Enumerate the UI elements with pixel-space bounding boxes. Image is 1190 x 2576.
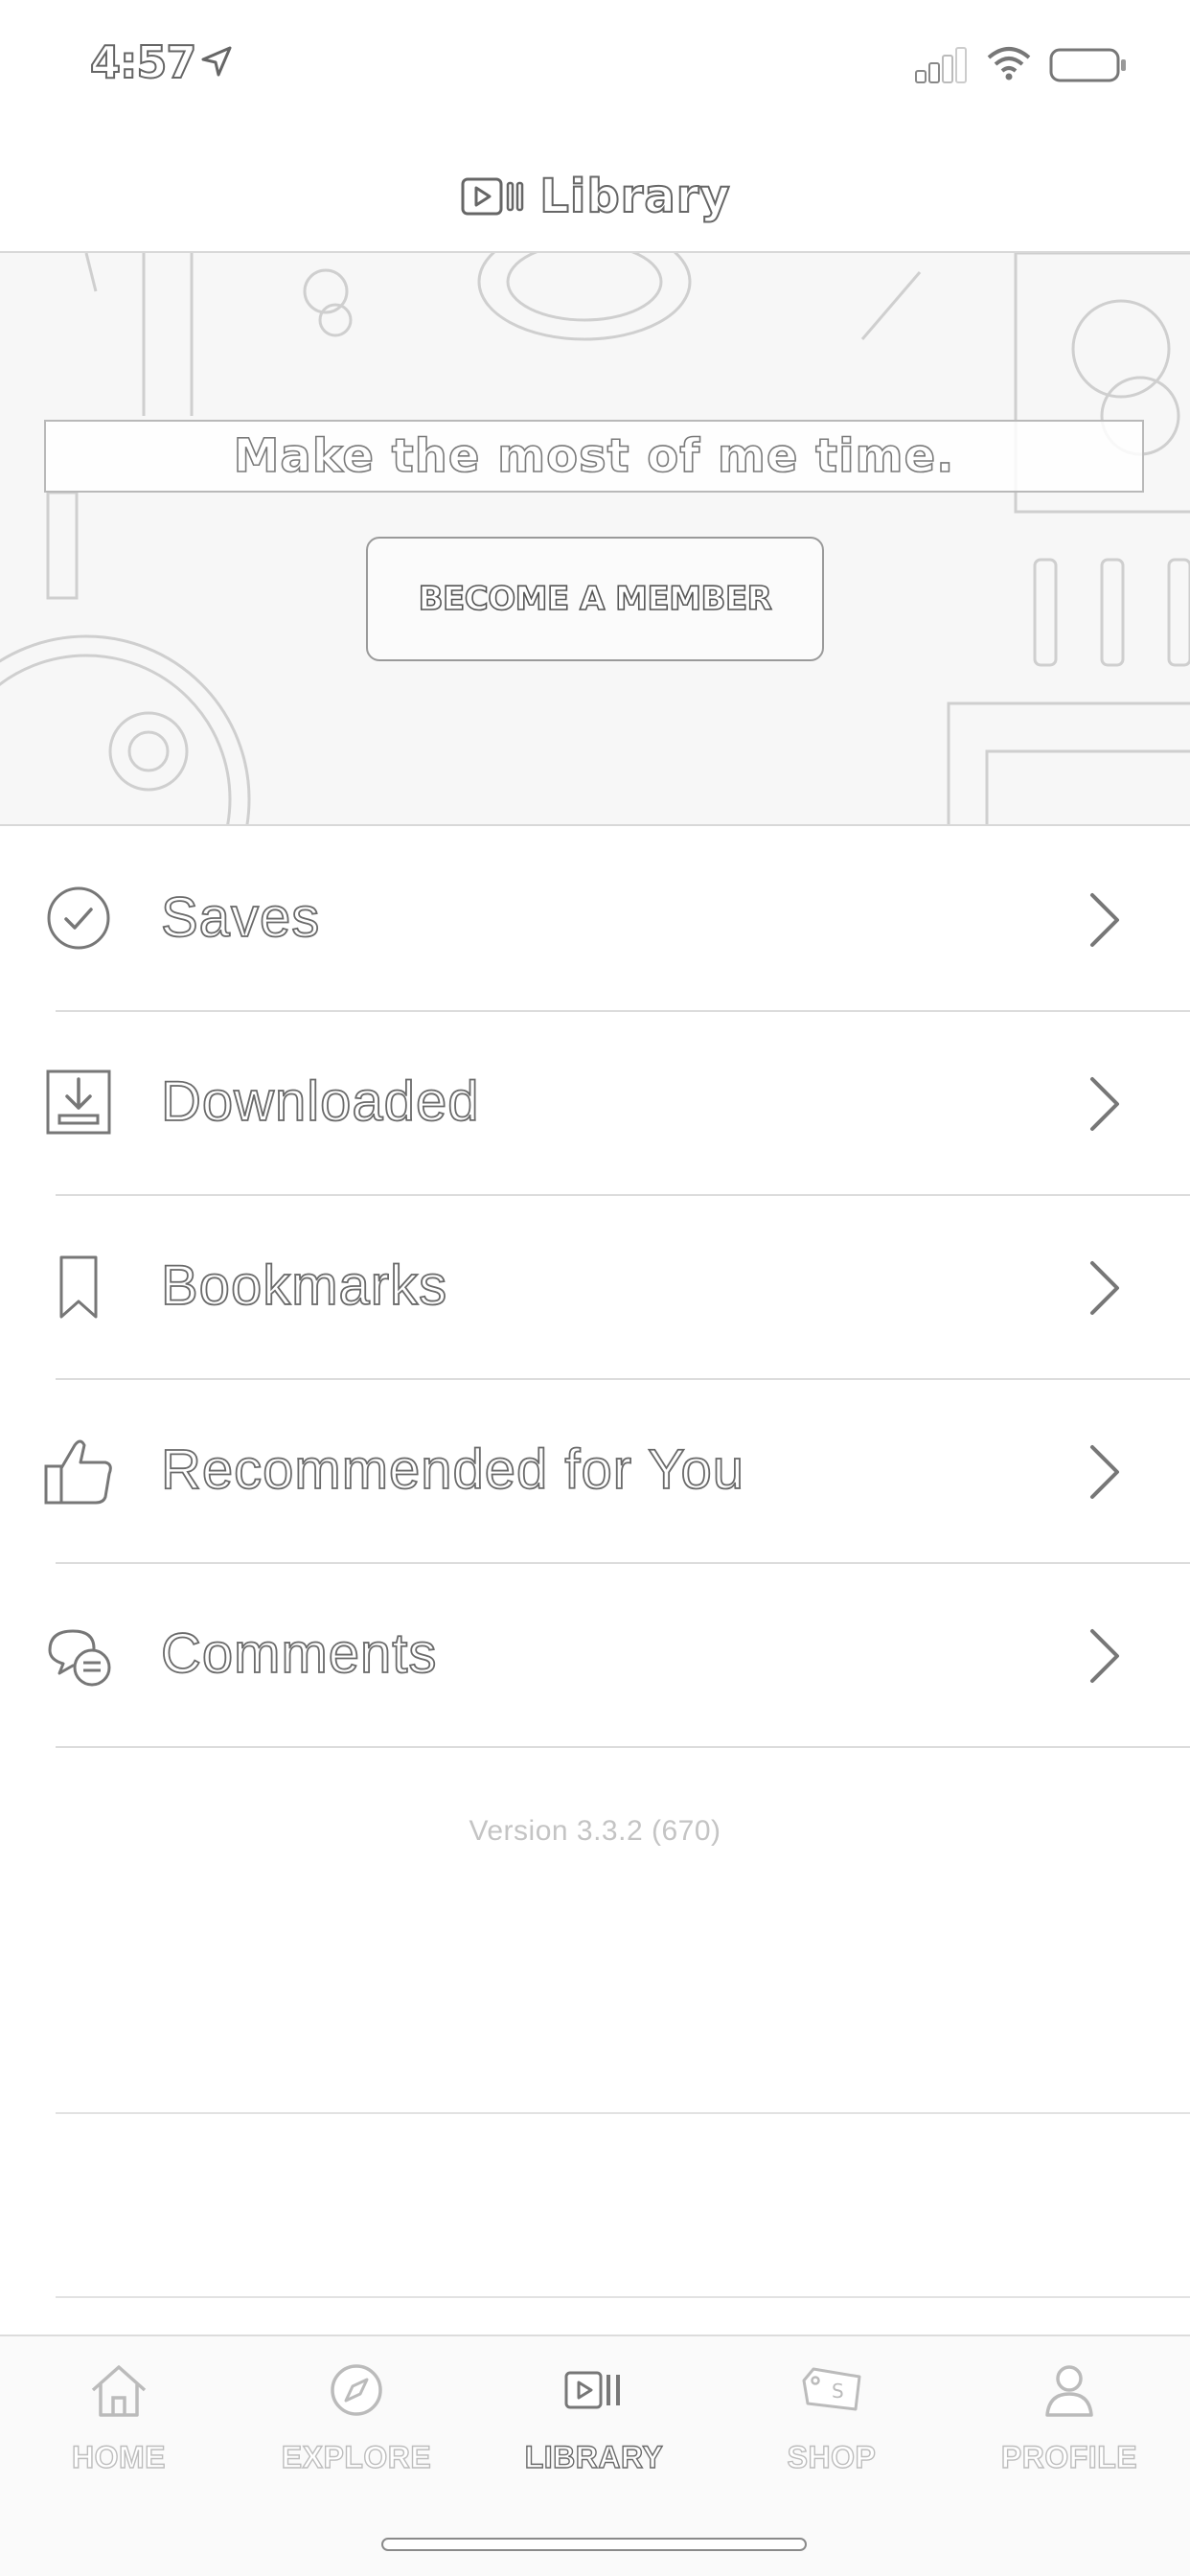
tab-home[interactable]: HOME <box>23 2361 215 2505</box>
chevron-right-icon <box>1090 1629 1119 1683</box>
status-bar: 4:57 <box>0 0 1190 125</box>
menu-item-label: Comments <box>160 1622 438 1686</box>
comments-icon <box>48 1629 111 1687</box>
chevron-right-icon <box>1090 893 1119 947</box>
divider <box>56 2112 1190 2114</box>
become-member-button[interactable]: BECOME A MEMBER <box>366 537 824 661</box>
divider <box>56 2296 1190 2298</box>
profile-icon <box>1045 2365 1093 2417</box>
tab-label: LIBRARY <box>524 2439 664 2474</box>
chevron-right-icon <box>1090 1261 1119 1315</box>
tab-label: SHOP <box>787 2439 877 2474</box>
shop-tag-icon: S <box>802 2367 861 2411</box>
tab-profile[interactable]: PROFILE <box>973 2361 1165 2505</box>
become-member-label: BECOME A MEMBER <box>418 579 773 619</box>
compass-icon <box>331 2364 382 2416</box>
banner-tagline-box: Make the most of me time. <box>44 420 1144 493</box>
tab-explore[interactable]: EXPLORE <box>261 2361 452 2505</box>
chevron-right-icon <box>1090 1445 1119 1499</box>
menu-item-label: Bookmarks <box>160 1254 448 1318</box>
menu-item-label: Recommended for You <box>160 1438 745 1502</box>
version-text: Version 3.3.2 (670) <box>469 1815 721 1847</box>
menu-item-saves[interactable]: Saves <box>0 828 1190 1012</box>
download-icon <box>46 1070 111 1135</box>
menu-item-comments[interactable]: Comments <box>0 1564 1190 1748</box>
home-indicator[interactable] <box>381 2538 807 2551</box>
library-menu: Saves Downloaded Bookmarks Recommended f… <box>0 828 1190 1748</box>
tab-label: EXPLORE <box>281 2439 432 2474</box>
battery-icon <box>1049 48 1126 82</box>
nav-header: Library <box>0 144 1190 249</box>
library-icon <box>564 2371 620 2409</box>
menu-item-downloaded[interactable]: Downloaded <box>0 1012 1190 1196</box>
library-icon <box>461 177 524 216</box>
banner-tagline: Make the most of me time. <box>233 428 955 484</box>
tab-shop[interactable]: S SHOP <box>736 2361 927 2505</box>
status-time: 4:57 <box>89 35 197 89</box>
bookmark-icon <box>59 1255 98 1319</box>
menu-item-recommended[interactable]: Recommended for You <box>0 1380 1190 1564</box>
chevron-right-icon <box>1090 1077 1119 1131</box>
menu-item-label: Downloaded <box>160 1070 480 1134</box>
wifi-icon <box>987 47 1031 80</box>
location-arrow-icon <box>201 46 232 77</box>
membership-banner: Make the most of me time. BECOME A MEMBE… <box>0 251 1190 826</box>
tab-label: PROFILE <box>1000 2439 1138 2474</box>
tab-label: HOME <box>71 2439 166 2474</box>
svg-text:S: S <box>832 2380 844 2403</box>
thumbs-up-icon <box>44 1439 112 1505</box>
page-title: Library <box>538 169 731 224</box>
menu-item-bookmarks[interactable]: Bookmarks <box>0 1196 1190 1380</box>
tab-library[interactable]: LIBRARY <box>498 2361 690 2505</box>
home-icon <box>91 2365 147 2417</box>
menu-item-label: Saves <box>160 886 321 950</box>
check-circle-icon <box>47 886 110 950</box>
cellular-signal-icon <box>915 47 967 83</box>
